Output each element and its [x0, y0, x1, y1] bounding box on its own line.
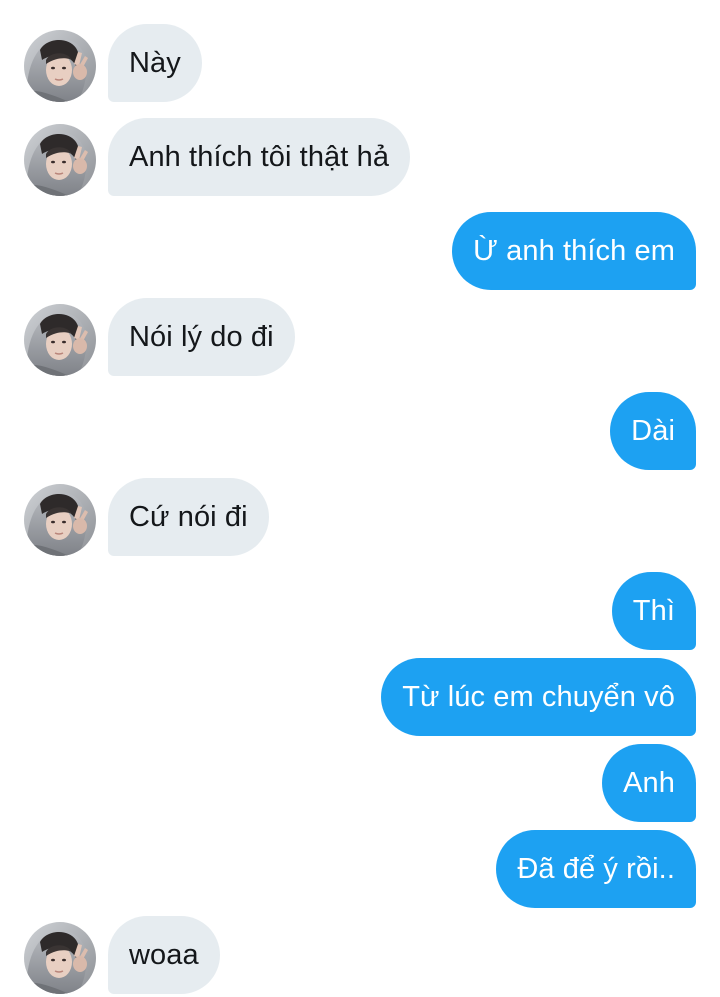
message-text: Nói lý do đi: [129, 320, 274, 353]
outgoing-message-bubble[interactable]: Đã để ý rồi..: [496, 830, 696, 908]
message-text: Này: [129, 46, 181, 79]
avatar[interactable]: [24, 922, 96, 994]
incoming-message-bubble[interactable]: Cứ nói đi: [108, 478, 269, 556]
message-text: Dài: [631, 414, 675, 447]
message-text: Cứ nói đi: [129, 500, 248, 533]
incoming-message-bubble[interactable]: Nói lý do đi: [108, 298, 295, 376]
message-text: Anh: [623, 766, 675, 799]
outgoing-message-bubble[interactable]: Ừ anh thích em: [452, 212, 696, 290]
incoming-message-bubble[interactable]: Này: [108, 24, 202, 102]
outgoing-message-bubble[interactable]: Dài: [610, 392, 696, 470]
avatar[interactable]: [24, 304, 96, 376]
message-text: Đã để ý rồi..: [517, 852, 675, 885]
message-text: Ừ anh thích em: [473, 234, 675, 267]
chat-thread: Này Anh thích tôi thật hả Ừ anh thích em…: [0, 0, 720, 997]
outgoing-message-bubble[interactable]: Từ lúc em chuyển vô: [381, 658, 696, 736]
message-text: Anh thích tôi thật hả: [129, 140, 390, 173]
message-text: woaa: [129, 938, 199, 971]
outgoing-message-bubble[interactable]: Anh: [602, 744, 696, 822]
avatar[interactable]: [24, 124, 96, 196]
avatar[interactable]: [24, 484, 96, 556]
message-text: Thì: [632, 594, 675, 627]
avatar[interactable]: [24, 30, 96, 102]
incoming-message-bubble[interactable]: woaa: [108, 916, 220, 994]
outgoing-message-bubble[interactable]: Thì: [611, 572, 696, 650]
message-text: Từ lúc em chuyển vô: [402, 680, 675, 713]
incoming-message-bubble[interactable]: Anh thích tôi thật hả: [108, 118, 411, 196]
